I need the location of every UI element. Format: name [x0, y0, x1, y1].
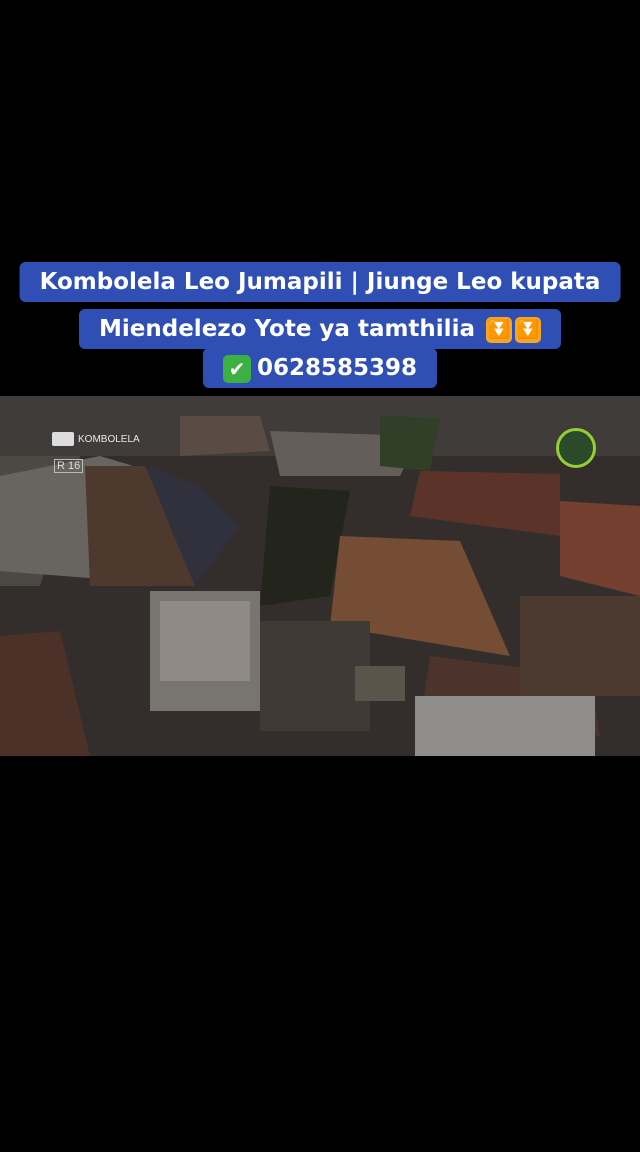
double-down-arrow-icon: ⏬: [515, 316, 541, 343]
caption-text-1: Kombolela Leo Jumapili | Jiunge Leo kupa…: [39, 269, 601, 295]
check-mark-icon: ✔: [222, 354, 251, 383]
video-frame[interactable]: [0, 396, 640, 756]
caption-text-2: Miendelezo Yote ya tamthilia: [99, 316, 475, 342]
caption-line-2: Miendelezo Yote ya tamthilia ⏬ ⏬: [79, 309, 561, 349]
age-rating-badge: R 16: [54, 459, 84, 473]
channel-logo-icon: [556, 428, 596, 468]
video-dim-overlay: [0, 396, 640, 756]
phone-number: 0628585398: [256, 355, 418, 381]
camera-logo-icon: [52, 432, 74, 446]
double-down-arrow-icon: ⏬: [486, 316, 512, 343]
caption-line-3: ✔ 0628585398: [202, 348, 438, 388]
watermark-text: KOMBOLELA: [78, 433, 140, 445]
channel-watermark: KOMBOLELA: [52, 432, 140, 446]
caption-line-1: Kombolela Leo Jumapili | Jiunge Leo kupa…: [19, 262, 621, 302]
